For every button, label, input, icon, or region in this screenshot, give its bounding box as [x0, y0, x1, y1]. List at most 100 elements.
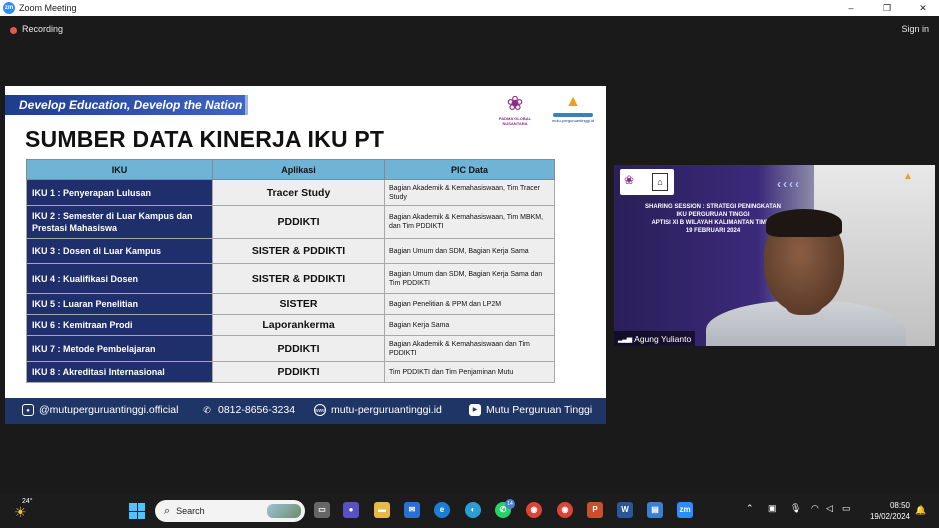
- signal-strength-icon: ▂▃▅: [618, 335, 632, 343]
- participant-name-tag: ▂▃▅ Agung Yulianto: [614, 331, 696, 346]
- participant-video[interactable]: ❀ ⌂ ‹‹‹‹ ▲ SHARING SESSION : STRATEGI PE…: [614, 165, 935, 346]
- university-crest-icon: ⌂: [652, 173, 668, 191]
- padma-logo-caption: PADMA GLOBAL NUSANTARA: [498, 116, 532, 126]
- app-cell: SISTER & PDDIKTI: [212, 238, 385, 264]
- sign-in-link[interactable]: Sign in: [901, 24, 929, 34]
- volume-icon[interactable]: ◁: [826, 503, 833, 514]
- iku-cell: IKU 2 : Semester di Luar Kampus dan Pres…: [26, 205, 213, 239]
- footer-website: www mutu-perguruantinggi.id: [314, 404, 442, 416]
- iku-cell: IKU 8 : Akreditasi Internasional: [26, 361, 213, 383]
- globe-icon: www: [314, 404, 326, 416]
- app-cell: Laporankerma: [212, 314, 385, 336]
- zoom-logo-icon: zm: [3, 2, 15, 14]
- app-icon[interactable]: ◐: [465, 502, 481, 518]
- sun-icon: ☀: [14, 504, 27, 520]
- phone-icon: ✆: [203, 405, 211, 415]
- weather-widget[interactable]: ☀ 24°: [10, 498, 36, 522]
- table-row: IKU 7 : Metode Pembelajaran PDDIKTI Bagi…: [26, 335, 555, 362]
- app-cell: SISTER: [212, 293, 385, 315]
- window-title-bar: zm Zoom Meeting – ❐ ✕: [0, 0, 939, 16]
- participant-name: Agung Yulianto: [634, 333, 692, 344]
- wifi-icon[interactable]: ◠: [811, 503, 819, 514]
- document-icon[interactable]: ▤: [647, 502, 663, 518]
- app-cell: SISTER & PDDIKTI: [212, 263, 385, 294]
- book-wave-icon: [553, 113, 593, 117]
- recording-indicator[interactable]: Recording: [22, 24, 63, 34]
- instagram-icon: ●: [22, 404, 34, 416]
- pic-cell: Bagian Kerja Sama: [384, 314, 555, 336]
- battery-icon[interactable]: ▭: [842, 503, 851, 514]
- mutu-logo-caption: mutu-perguruantinggi.id: [551, 118, 595, 123]
- iku-cell: IKU 6 : Kemitraan Prodi: [26, 314, 213, 336]
- tray-app-icon[interactable]: ▣: [768, 503, 777, 514]
- microphone-icon[interactable]: 🎙: [790, 503, 801, 514]
- lotus-icon: ❀: [624, 173, 635, 187]
- file-explorer-icon[interactable]: ▬: [374, 502, 390, 518]
- table-row: IKU 5 : Luaran Penelitian SISTER Bagian …: [26, 293, 555, 315]
- iku-cell: IKU 4 : Kualifikasi Dosen: [26, 263, 213, 294]
- close-button[interactable]: ✕: [917, 3, 929, 14]
- powerpoint-icon[interactable]: P: [587, 502, 603, 518]
- footer-instagram: ● @mutuperguruantinggi.official: [22, 404, 178, 416]
- app-cell: PDDIKTI: [212, 361, 385, 383]
- pic-cell: Bagian Umum dan SDM, Bagian Kerja Sama: [384, 238, 555, 264]
- temperature: 24°: [22, 498, 33, 505]
- recording-dot-icon: [10, 27, 17, 34]
- graduation-cap-icon: ▲: [903, 171, 913, 182]
- start-button[interactable]: [129, 503, 145, 519]
- meeting-top-bar: [0, 16, 939, 42]
- maximize-button[interactable]: ❐: [881, 3, 893, 14]
- mail-icon[interactable]: ✉: [404, 502, 420, 518]
- shared-screen-slide: Develop Education, Develop the Nation ❀ …: [5, 86, 606, 424]
- window-controls: – ❐ ✕: [845, 0, 929, 16]
- banner-accent: [245, 95, 248, 115]
- window-title: Zoom Meeting: [19, 3, 77, 13]
- search-highlight-image: [267, 504, 301, 518]
- tray-overflow-icon[interactable]: ⌃: [746, 503, 754, 514]
- table-row: IKU 8 : Akreditasi Internasional PDDIKTI…: [26, 361, 555, 383]
- word-icon[interactable]: W: [617, 502, 633, 518]
- system-clock[interactable]: 08:50 19/02/2024: [865, 500, 910, 522]
- pic-cell: Bagian Akademik & Kemahasiswaan dan Tim …: [384, 335, 555, 362]
- slide-banner: Develop Education, Develop the Nation: [5, 95, 245, 115]
- table-row: IKU 2 : Semester di Luar Kampus dan Pres…: [26, 205, 555, 239]
- iku-table: IKU Aplikasi PIC Data IKU 1 : Penyerapan…: [26, 159, 555, 383]
- slide-footer: ● @mutuperguruantinggi.official ✆ 0812-8…: [5, 398, 606, 424]
- taskbar-search[interactable]: ⌕ Search: [155, 500, 305, 522]
- task-view-icon[interactable]: ▭: [314, 502, 330, 518]
- search-icon: ⌕: [164, 504, 171, 517]
- pic-cell: Bagian Umum dan SDM, Bagian Kerja Sama d…: [384, 263, 555, 294]
- table-row: IKU 4 : Kualifikasi Dosen SISTER & PDDIK…: [26, 263, 555, 294]
- chevrons-icon: ‹‹‹‹: [777, 177, 801, 191]
- edge-browser-icon[interactable]: e: [434, 502, 450, 518]
- person-hair: [766, 209, 842, 237]
- pic-cell: Bagian Akademik & Kemahasiswaan, Tim Tra…: [384, 179, 555, 206]
- whatsapp-badge: 14: [505, 499, 515, 509]
- website-url: mutu-perguruantinggi.id: [331, 404, 442, 416]
- search-label: Search: [176, 506, 205, 516]
- notification-bell-icon[interactable]: 🔔: [915, 505, 926, 516]
- clock-date: 19/02/2024: [869, 512, 910, 521]
- padma-logo: ❀ PADMA GLOBAL NUSANTARA: [491, 92, 539, 130]
- app-cell: PDDIKTI: [212, 335, 385, 362]
- lotus-icon: ❀: [506, 93, 524, 115]
- chat-icon[interactable]: ●: [343, 502, 359, 518]
- video-logos: ❀ ⌂: [620, 169, 674, 195]
- chrome-profile-icon[interactable]: ◉: [557, 502, 573, 518]
- video-mutu-logo: ▲: [886, 171, 930, 191]
- pic-cell: Bagian Penelitian & PPM dan LP2M: [384, 293, 555, 315]
- footer-phone: ✆ 0812-8656-3234: [201, 404, 295, 416]
- graduation-cap-icon: ▲: [565, 93, 581, 110]
- table-row: IKU 3 : Dosen di Luar Kampus SISTER & PD…: [26, 238, 555, 264]
- header-aplikasi: Aplikasi: [212, 159, 385, 180]
- header-iku: IKU: [26, 159, 213, 180]
- iku-cell: IKU 5 : Luaran Penelitian: [26, 293, 213, 315]
- clock-time: 08:50: [889, 501, 910, 510]
- chrome-icon[interactable]: ◉: [526, 502, 542, 518]
- slide-title: SUMBER DATA KINERJA IKU PT: [25, 126, 385, 152]
- app-cell: PDDIKTI: [212, 205, 385, 239]
- minimize-button[interactable]: –: [845, 3, 857, 13]
- iku-cell: IKU 1 : Penyerapan Lulusan: [26, 179, 213, 206]
- table-row: IKU 1 : Penyerapan Lulusan Tracer Study …: [26, 179, 555, 206]
- zoom-taskbar-icon[interactable]: zm: [677, 502, 693, 518]
